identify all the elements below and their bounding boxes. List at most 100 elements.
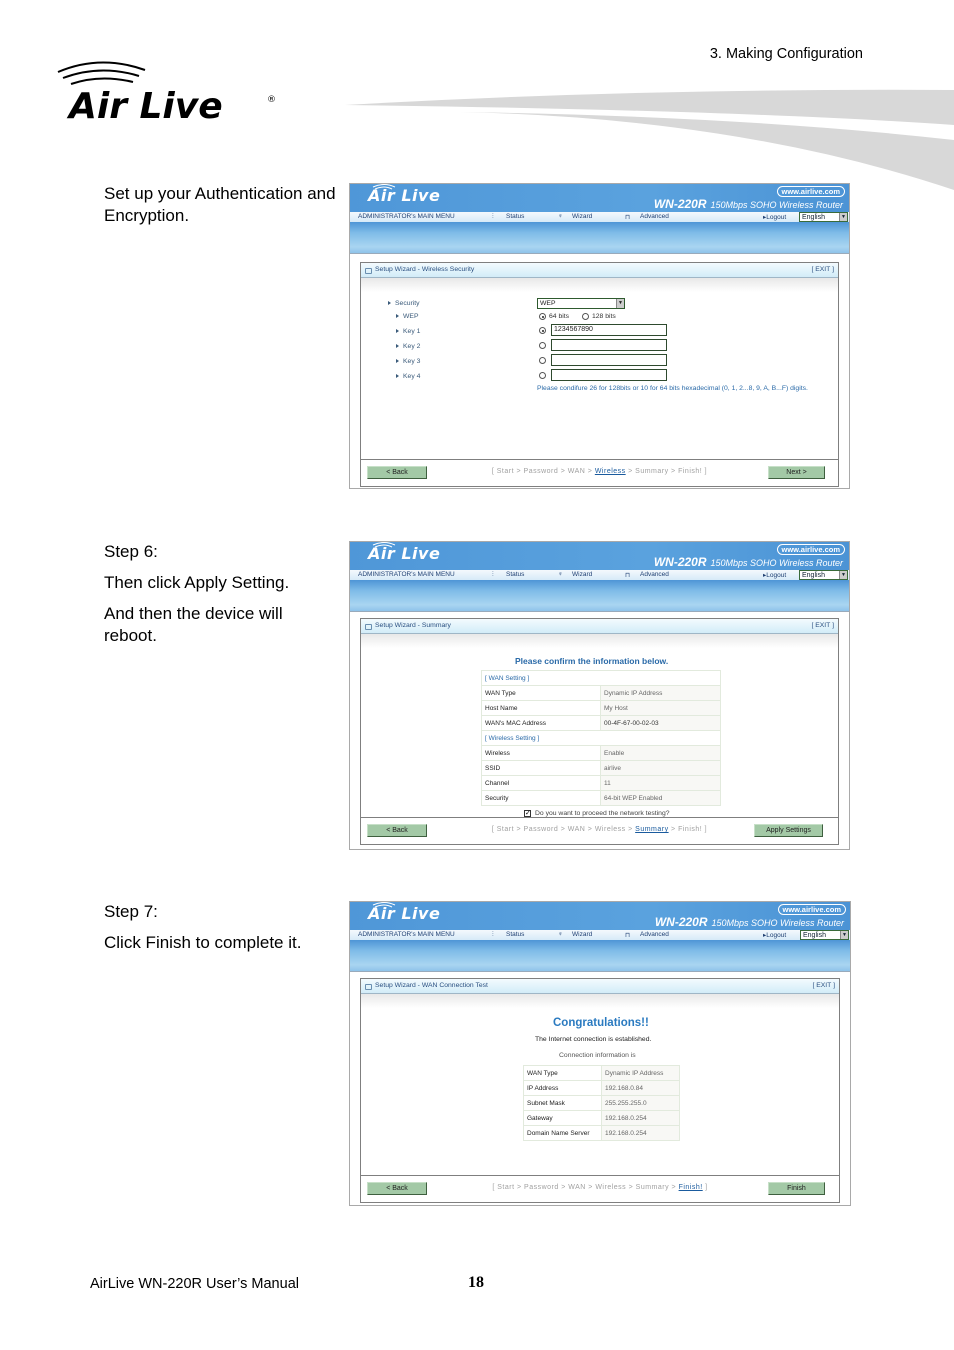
wizard-footer: < Back [ Start > Password > WAN > Wirele… xyxy=(361,1175,839,1202)
crumb-wireless: Wireless xyxy=(595,1184,627,1191)
wifi-waves-icon xyxy=(57,61,146,85)
table-row: Wireless Enable xyxy=(481,745,721,761)
key1-input[interactable]: 1234567890 xyxy=(551,324,667,336)
router-url-link[interactable]: www.airlive.com xyxy=(777,904,846,915)
crumb-finish-current[interactable]: Finish! xyxy=(679,1184,703,1191)
language-select[interactable]: English ▼ xyxy=(799,570,848,580)
svg-text:®: ® xyxy=(267,95,276,105)
congratulations-heading: Congratulations!! xyxy=(553,1017,649,1029)
connection-info-label: Connection information is xyxy=(559,1052,636,1059)
crumb-wan: WAN xyxy=(567,468,586,475)
crumb-summary-current[interactable]: Summary xyxy=(635,826,668,833)
crumb-wireless: Wireless xyxy=(594,826,626,833)
exit-link[interactable]: [ EXIT ] xyxy=(811,619,834,633)
connection-info-table: WAN Type Dynamic IP Address IP Address 192… xyxy=(523,1065,680,1141)
key2-label: Key 2 xyxy=(396,343,420,350)
router-url-link[interactable]: www.airlive.com xyxy=(776,186,845,197)
crumb-password: Password xyxy=(523,468,559,475)
model-name: WN-220R xyxy=(653,197,707,211)
wifi-waves-icon xyxy=(372,542,396,548)
advanced-icon: ⊓ xyxy=(625,932,631,939)
manual-title: AirLive WN-220R User’s Manual xyxy=(90,1276,299,1292)
router-nav: ADMINISTRATOR's MAIN MENU ⫶ Status ♆ Wiz… xyxy=(350,212,849,222)
nav-advanced[interactable]: Advanced xyxy=(640,213,669,220)
nav-main-menu[interactable]: ADMINISTRATOR's MAIN MENU xyxy=(358,213,455,220)
model-desc: 150Mbps SOHO Wireless Router xyxy=(711,918,844,928)
nav-status[interactable]: Status xyxy=(506,931,524,938)
nav-main-menu[interactable]: ADMINISTRATOR's MAIN MENU xyxy=(358,571,455,578)
table-row: Channel 11 xyxy=(481,775,721,791)
radio-64-bits[interactable] xyxy=(539,313,546,320)
chevron-down-icon: ▼ xyxy=(839,571,847,579)
exit-link[interactable]: [ EXIT ] xyxy=(811,263,834,277)
radio-key4[interactable] xyxy=(539,372,546,379)
radio-key3[interactable] xyxy=(539,357,546,364)
nav-logout[interactable]: ▸ Logout xyxy=(763,213,786,221)
key4-input[interactable] xyxy=(551,369,667,381)
nav-wizard[interactable]: Wizard xyxy=(572,213,592,220)
advanced-icon: ⊓ xyxy=(625,572,631,579)
wizard-icon: ♆ xyxy=(558,213,563,220)
security-label: Security xyxy=(388,300,420,307)
crumb-finish: Finish! xyxy=(678,468,703,475)
nav-main-menu[interactable]: ADMINISTRATOR's MAIN MENU xyxy=(358,931,455,938)
next-button[interactable]: Next > xyxy=(768,466,825,479)
nav-advanced[interactable]: Advanced xyxy=(640,931,669,938)
crumb-wireless-current[interactable]: Wireless xyxy=(595,468,626,475)
nav-advanced[interactable]: Advanced xyxy=(640,571,669,578)
crumb-start: Start xyxy=(496,826,515,833)
exit-link[interactable]: [ EXIT ] xyxy=(812,979,835,993)
radio-key2[interactable] xyxy=(539,342,546,349)
finish-button[interactable]: Finish xyxy=(768,1182,825,1195)
wan-section-label: [ WAN Setting ] xyxy=(481,670,721,686)
airlive-logo: Air Live ® xyxy=(57,61,276,127)
router-banner xyxy=(350,940,850,972)
language-select[interactable]: English ▼ xyxy=(799,212,848,222)
language-value: English xyxy=(802,572,825,579)
step7-line: Click Finish to complete it. xyxy=(104,933,302,952)
radio-key1[interactable] xyxy=(539,327,546,334)
router-nav: ADMINISTRATOR's MAIN MENU ⫶ Status ♆ Wiz… xyxy=(350,570,849,580)
security-value: WEP xyxy=(540,300,556,307)
nav-status[interactable]: Status xyxy=(506,571,524,578)
summary-table: [ WAN Setting ] WAN Type Dynamic IP Addre… xyxy=(481,670,721,806)
crumb-summary: Summary xyxy=(635,468,669,475)
wizard-title-text: Setup Wizard - WAN Connection Test xyxy=(375,982,488,989)
crumb-start: Start xyxy=(497,1184,515,1191)
nav-logout[interactable]: ▸ Logout xyxy=(763,931,786,939)
table-row: WAN's MAC Address 00-4F-67-00-02-03 xyxy=(481,715,721,731)
router-banner xyxy=(350,580,849,612)
key3-input[interactable] xyxy=(551,354,667,366)
nav-wizard[interactable]: Wizard xyxy=(572,931,592,938)
chevron-down-icon: ▼ xyxy=(839,213,847,221)
wizard-icon: ♆ xyxy=(558,931,563,938)
apply-settings-button[interactable]: Apply Settings xyxy=(754,824,823,837)
confirm-heading: Please confirm the information below. xyxy=(515,656,669,666)
table-row: Gateway 192.168.0.254 xyxy=(523,1110,680,1126)
language-select[interactable]: English ▼ xyxy=(800,930,849,940)
advanced-icon: ⊓ xyxy=(625,214,631,221)
router-logo: Air Live xyxy=(368,902,440,923)
model-name: WN-220R xyxy=(653,555,707,569)
wifi-waves-icon xyxy=(372,902,396,908)
bullet-icon xyxy=(388,301,391,306)
router-header: Air Live www.airlive.com WN-220R 150Mbps … xyxy=(350,902,850,930)
nav-wizard[interactable]: Wizard xyxy=(572,571,592,578)
status-icon: ⫶ xyxy=(492,931,494,938)
nav-logout[interactable]: ▸ Logout xyxy=(763,571,786,579)
key3-label: Key 3 xyxy=(396,358,420,365)
crumb-password: Password xyxy=(523,826,559,833)
network-testing-checkbox[interactable]: ✓ xyxy=(524,810,531,817)
table-row: Domain Name Server 192.168.0.254 xyxy=(523,1125,680,1141)
router-url-link[interactable]: www.airlive.com xyxy=(776,544,845,555)
key2-input[interactable] xyxy=(551,339,667,351)
connection-established-text: The Internet connection is established. xyxy=(535,1036,652,1043)
chevron-down-icon: ▼ xyxy=(840,931,848,939)
step7-heading: Step 7: xyxy=(104,902,158,921)
nav-status[interactable]: Status xyxy=(506,213,524,220)
wep-label: WEP xyxy=(396,313,418,320)
wizard-icon: ♆ xyxy=(558,571,563,578)
wizard-footer: < Back [ Start > Password > WAN > Wirele… xyxy=(361,459,838,486)
radio-128-bits[interactable] xyxy=(582,313,589,320)
security-select[interactable]: WEP ▼ xyxy=(537,298,625,309)
